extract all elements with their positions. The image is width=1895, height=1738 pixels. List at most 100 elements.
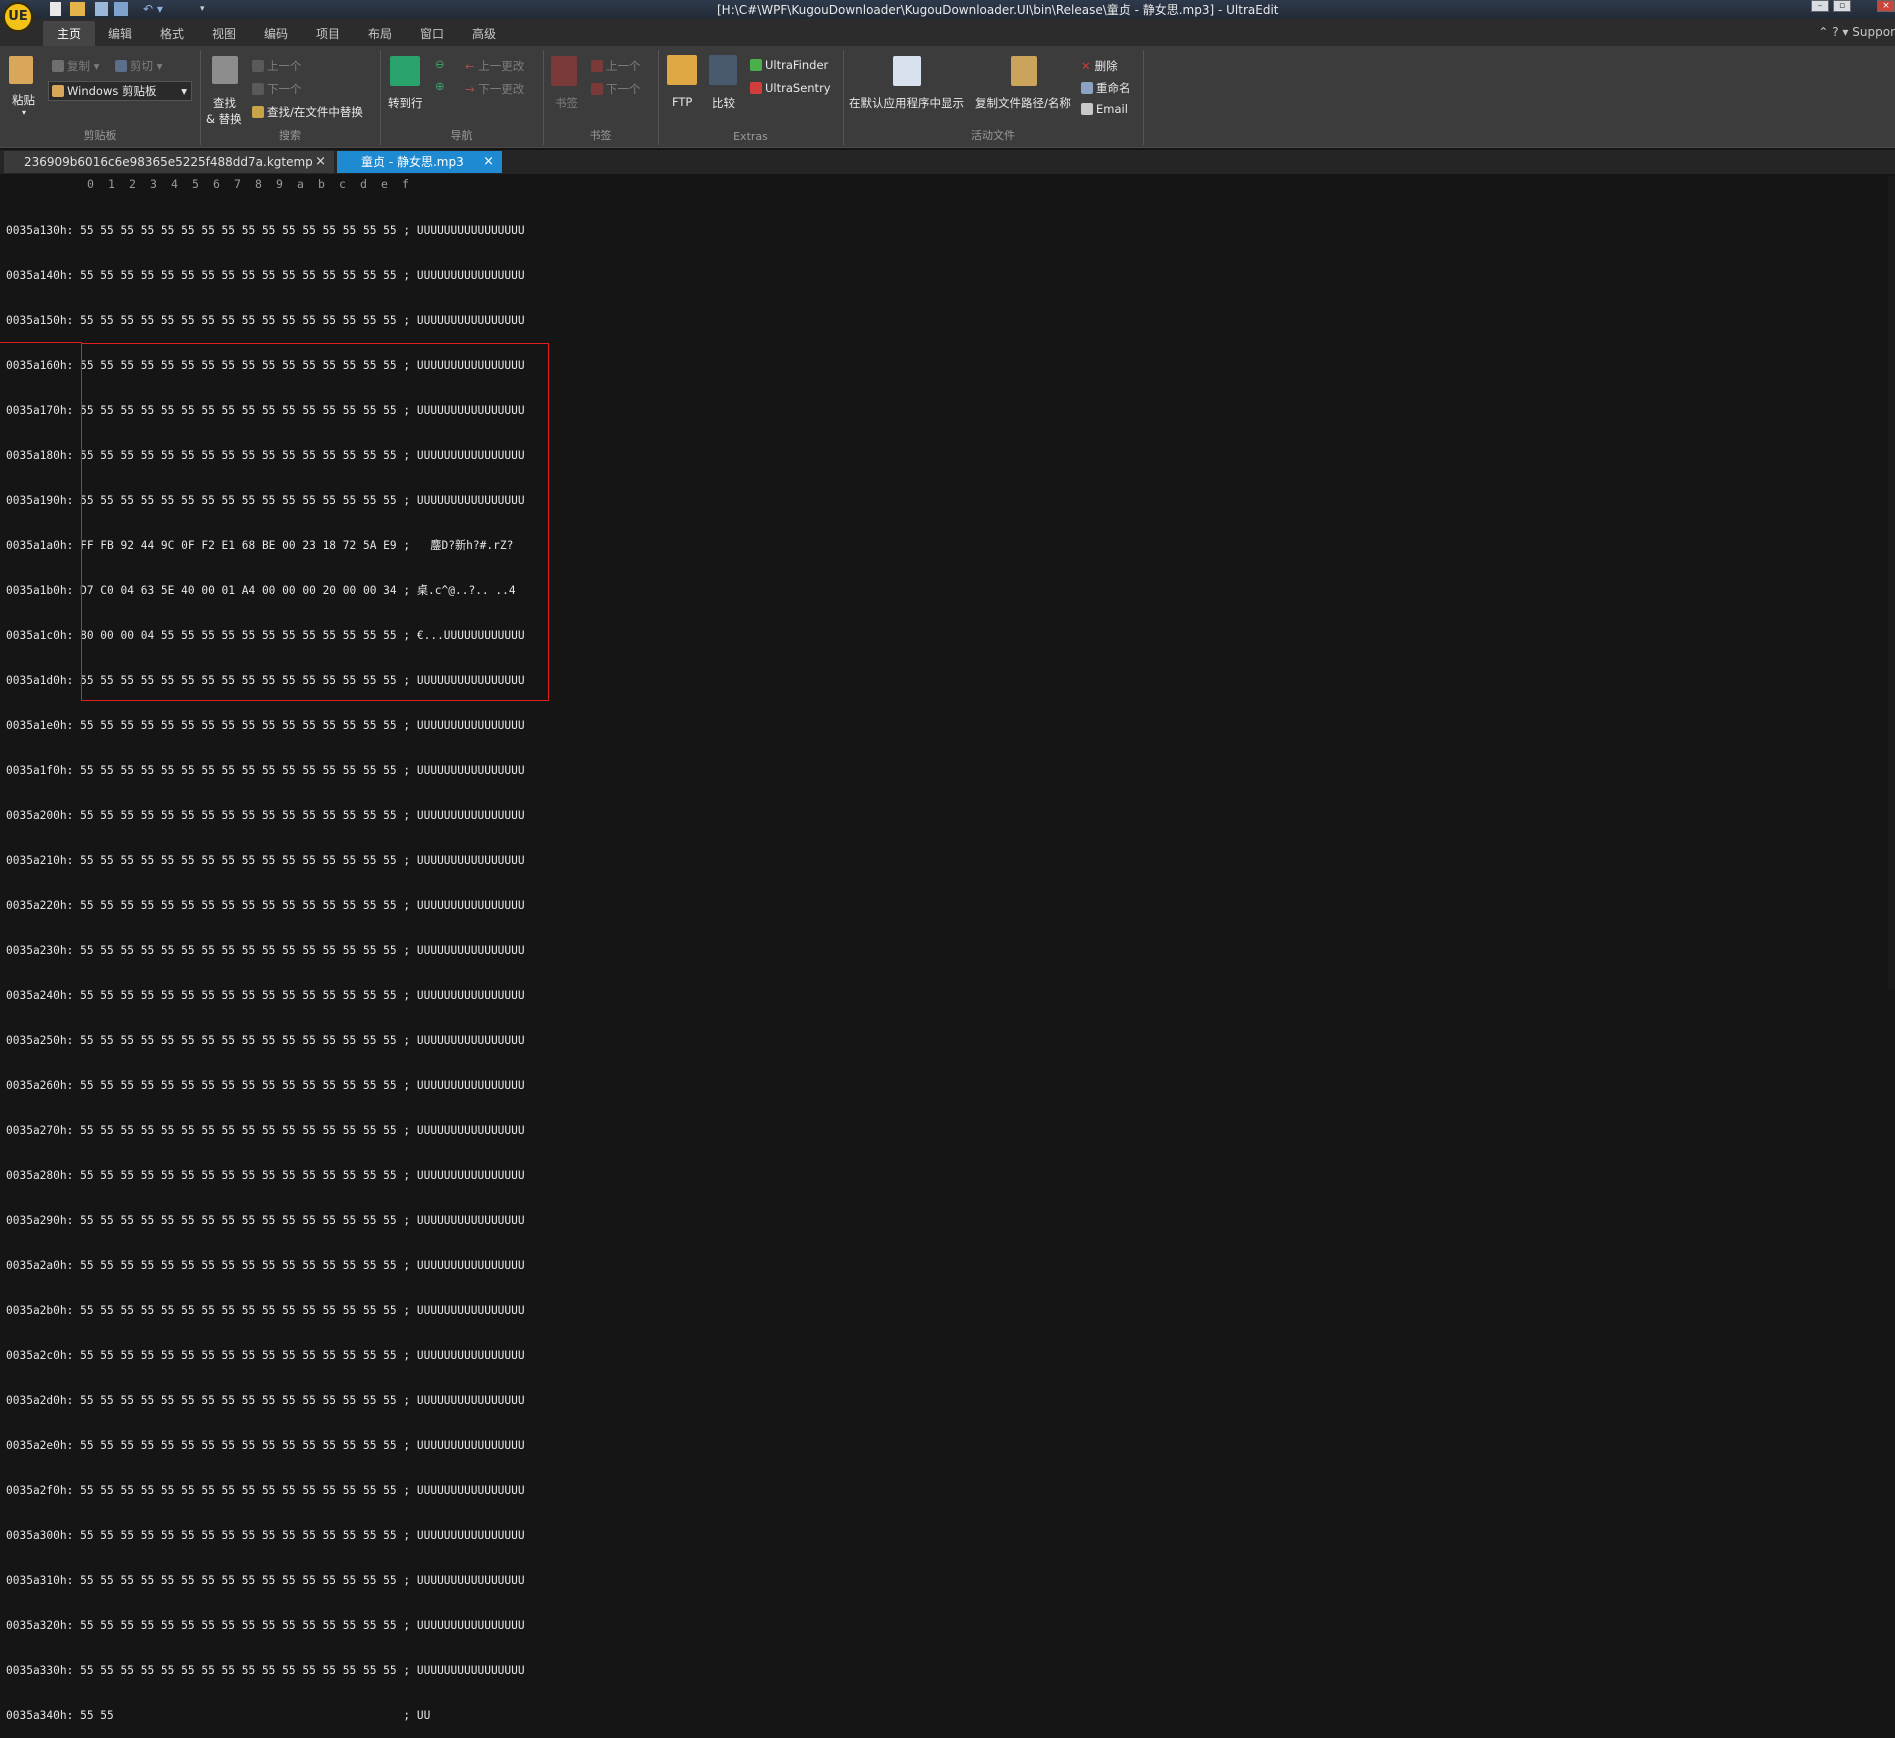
menu-project[interactable]: 项目 [316,25,340,42]
app-logo[interactable]: UE [3,2,33,32]
menu-edit[interactable]: 编辑 [108,25,132,42]
hex-row[interactable]: 0035a140h: 55 55 55 55 55 55 55 55 55 55… [6,268,525,283]
selection-start-line [0,342,82,343]
hex-row[interactable]: 0035a280h: 55 55 55 55 55 55 55 55 55 55… [6,1168,525,1183]
hex-row[interactable]: 0035a1f0h: 55 55 55 55 55 55 55 55 55 55… [6,763,525,778]
goto-line-button[interactable]: 转到行 [388,95,423,111]
close-icon[interactable]: × [1877,0,1895,12]
paste-dropdown-icon[interactable]: ▾ [22,108,26,117]
rename-button[interactable]: 重命名 [1081,80,1131,96]
copy-button[interactable]: 复制 ▾ [52,58,99,74]
save-all-icon[interactable] [114,2,128,16]
compare-button[interactable]: 比较 [712,95,735,111]
copy-path-icon[interactable] [1011,56,1037,86]
hex-row[interactable]: 0035a240h: 55 55 55 55 55 55 55 55 55 55… [6,988,525,1003]
hex-row[interactable]: 0035a2c0h: 55 55 55 55 55 55 55 55 55 55… [6,1348,525,1363]
bookmark-prev-button[interactable]: 上一个 [591,58,641,74]
next-change-button[interactable]: → 下一更改 [465,81,524,97]
open-default-app-icon[interactable] [893,56,921,86]
hex-row[interactable]: 0035a300h: 55 55 55 55 55 55 55 55 55 55… [6,1528,525,1543]
nav-forward-icon[interactable]: ⊕ [435,79,445,93]
menu-home[interactable]: 主页 [43,21,96,46]
minimize-icon[interactable]: – [1811,0,1829,12]
tab-kgtemp-file[interactable]: 236909b6016c6e98365e5225f488dd7a.kgtemp … [4,151,334,173]
hex-row[interactable]: 0035a2b0h: 55 55 55 55 55 55 55 55 55 55… [6,1303,525,1318]
customize-quick-access-icon[interactable]: ▾ [200,2,210,16]
find-in-files-button[interactable]: 查找/在文件中替换 [252,104,363,120]
paste-button[interactable]: 粘贴 [12,92,35,108]
bookmark-next-button[interactable]: 下一个 [591,81,641,97]
vertical-scrollbar[interactable] [1888,176,1895,989]
hex-row[interactable]: 0035a150h: 55 55 55 55 55 55 55 55 55 55… [6,313,525,328]
hex-row[interactable]: 0035a260h: 55 55 55 55 55 55 55 55 55 55… [6,1078,525,1093]
cut-button[interactable]: 剪切 ▾ [115,58,162,74]
hex-row[interactable]: 0035a1e0h: 55 55 55 55 55 55 55 55 55 55… [6,718,525,733]
open-folder-icon[interactable] [70,2,85,16]
hex-row[interactable]: 0035a210h: 55 55 55 55 55 55 55 55 55 55… [6,853,525,868]
paste-icon[interactable] [9,56,33,84]
ruler-digit: c [339,177,346,191]
ftp-button[interactable]: FTP [672,95,692,109]
menu-layout[interactable]: 布局 [368,25,392,42]
ruler-digit: 8 [255,177,262,191]
ultrafinder-button[interactable]: UltraFinder [750,58,828,72]
hex-row[interactable]: 0035a340h: 55 55 ; UU [6,1708,525,1723]
close-tab-icon[interactable]: × [483,151,494,173]
hex-row[interactable]: 0035a220h: 55 55 55 55 55 55 55 55 55 55… [6,898,525,913]
hex-row[interactable]: 0035a2a0h: 55 55 55 55 55 55 55 55 55 55… [6,1258,525,1273]
menu-view[interactable]: 视图 [212,25,236,42]
compare-icon[interactable] [709,55,737,85]
find-button[interactable]: 查找 [213,95,236,111]
menu-advanced[interactable]: 高级 [472,25,496,42]
rename-icon [1081,82,1093,94]
hex-row[interactable]: 0035a130h: 55 55 55 55 55 55 55 55 55 55… [6,223,525,238]
hex-row[interactable]: 0035a2d0h: 55 55 55 55 55 55 55 55 55 55… [6,1393,525,1408]
support-link[interactable]: Suppor [1852,25,1895,39]
find-next-button[interactable]: 下一个 [252,81,302,97]
bookmark-button[interactable]: 书签 [555,95,578,111]
hex-row[interactable]: 0035a290h: 55 55 55 55 55 55 55 55 55 55… [6,1213,525,1228]
prev-change-button[interactable]: ← 上一更改 [465,58,524,74]
file-tab-strip: 236909b6016c6e98365e5225f488dd7a.kgtemp … [0,150,1895,174]
close-tab-icon[interactable]: × [315,151,326,173]
hex-row[interactable]: 0035a320h: 55 55 55 55 55 55 55 55 55 55… [6,1618,525,1633]
bookmarks-group-label: 书签 [589,129,612,142]
clipboard-group-label: 剪贴板 [83,129,117,142]
save-icon[interactable] [95,2,108,16]
ftp-icon[interactable] [667,55,697,85]
nav-back-icon[interactable]: ⊖ [435,57,445,71]
ribbon: 粘贴 ▾ 复制 ▾ 剪切 ▾ Windows 剪贴板 ▾ 剪贴板 查找 & 替换 … [0,46,1895,148]
menu-format[interactable]: 格式 [160,25,184,42]
bookmark-icon[interactable] [551,56,577,86]
windows-clipboard-select[interactable]: Windows 剪贴板 ▾ [48,81,192,101]
find-prev-button[interactable]: 上一个 [252,58,302,74]
hex-row[interactable]: 0035a270h: 55 55 55 55 55 55 55 55 55 55… [6,1123,525,1138]
hex-row[interactable]: 0035a230h: 55 55 55 55 55 55 55 55 55 55… [6,943,525,958]
hex-row[interactable]: 0035a2f0h: 55 55 55 55 55 55 55 55 55 55… [6,1483,525,1498]
help-icon[interactable]: ? ▾ [1832,25,1852,39]
hex-row[interactable]: 0035a2e0h: 55 55 55 55 55 55 55 55 55 55… [6,1438,525,1453]
menu-window[interactable]: 窗口 [420,25,444,42]
binoculars-icon[interactable] [212,56,238,84]
tab-mp3-file[interactable]: 童贞 - 静女思.mp3 × [337,151,502,173]
delete-button[interactable]: ✕ 删除 [1081,58,1118,74]
ultrasentry-button[interactable]: UltraSentry [750,81,831,95]
copy-file-path-button[interactable]: 复制文件路径/名称 [975,95,1071,111]
show-default-app-button[interactable]: 在默认应用程序中显示 [849,95,964,111]
goto-line-icon[interactable] [390,56,420,86]
ruler-digit: a [297,177,304,191]
hex-row[interactable]: 0035a330h: 55 55 55 55 55 55 55 55 55 55… [6,1663,525,1678]
arrow-right-icon: → [465,82,479,96]
email-button[interactable]: Email [1081,102,1128,116]
bookmark-next-icon [591,83,603,95]
collapse-ribbon-icon[interactable]: ⌃ [1818,25,1828,39]
maximize-icon[interactable]: ▫ [1833,0,1851,12]
replace-button[interactable]: & 替换 [206,111,242,127]
hex-row[interactable]: 0035a200h: 55 55 55 55 55 55 55 55 55 55… [6,808,525,823]
hex-row[interactable]: 0035a250h: 55 55 55 55 55 55 55 55 55 55… [6,1033,525,1048]
undo-icon[interactable]: ↶ ▾ [143,2,173,16]
menu-encoding[interactable]: 编码 [264,25,288,42]
hex-row[interactable]: 0035a310h: 55 55 55 55 55 55 55 55 55 55… [6,1573,525,1588]
bookmarks-group: 书签 上一个 下一个 书签 [543,50,659,145]
new-file-icon[interactable] [50,2,61,16]
